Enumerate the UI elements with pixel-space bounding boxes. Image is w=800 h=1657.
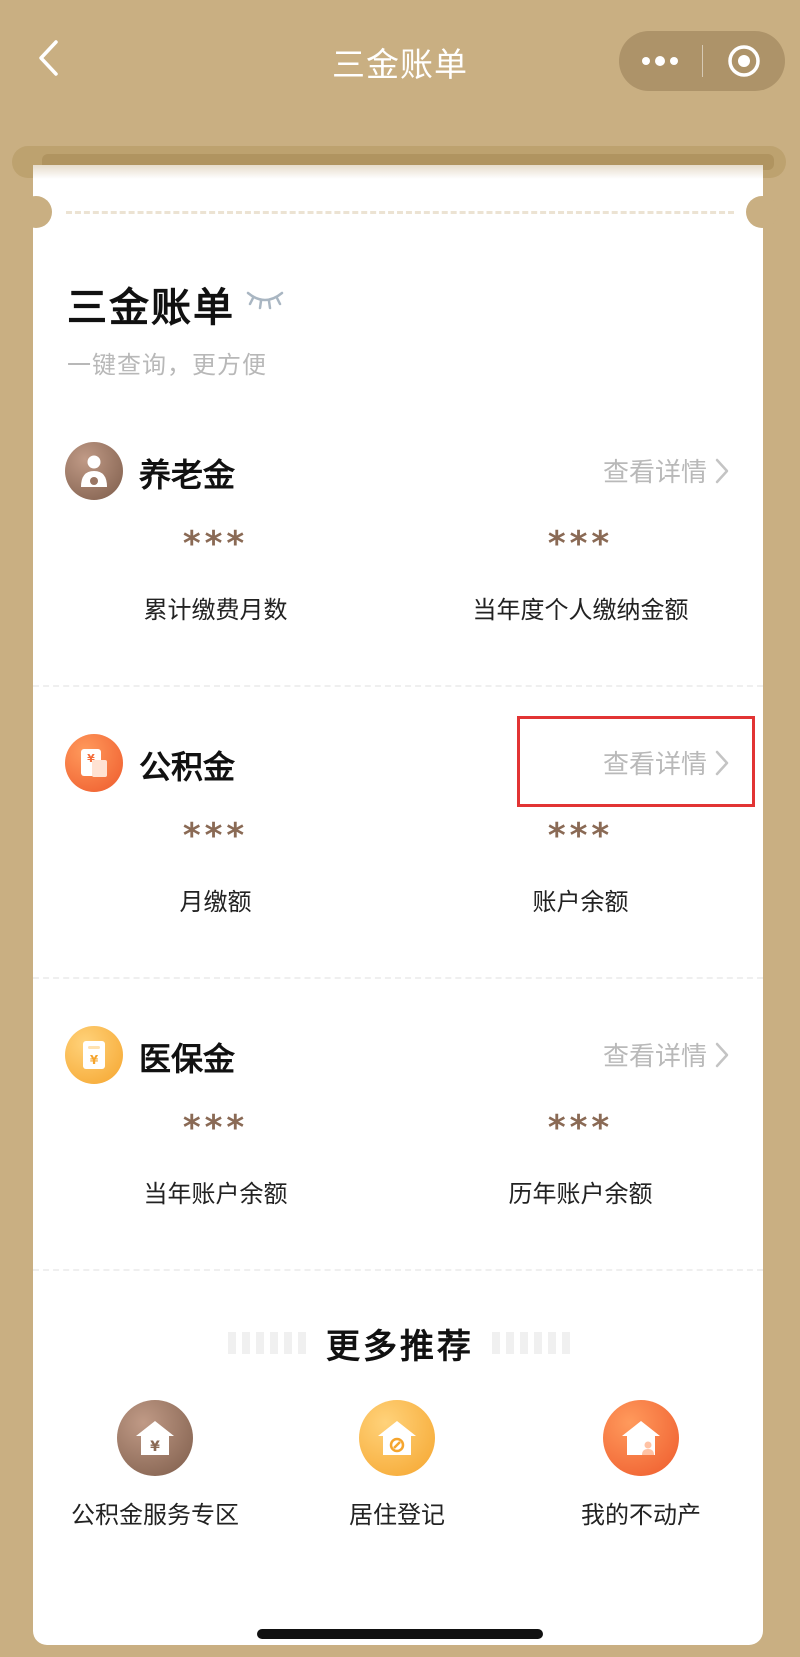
stat-item: *** 当年账户余额	[33, 1026, 398, 1209]
page-title: 三金账单	[67, 285, 235, 331]
rec-label: 公积金服务专区	[71, 1501, 239, 1529]
house-pin-icon	[359, 1400, 435, 1476]
house-yuan-icon: ¥	[117, 1400, 193, 1476]
stat-item: *** 月缴额	[33, 734, 398, 917]
residence-registration-item[interactable]: 居住登记	[272, 1400, 522, 1532]
rec-label: 居住登记	[349, 1501, 445, 1529]
stat-value: ***	[182, 816, 249, 856]
stat-value: ***	[547, 524, 614, 564]
housing-fund-service-item[interactable]: ¥ 公积金服务专区	[30, 1400, 280, 1532]
stat-value: ***	[182, 524, 249, 564]
stat-item: *** 历年账户余额	[398, 1026, 763, 1209]
more-recommend-header: 更多推荐	[0, 1318, 800, 1368]
my-real-estate-item[interactable]: 我的不动产	[516, 1400, 766, 1532]
card-dash-line	[66, 211, 734, 214]
stat-value: ***	[182, 1108, 249, 1148]
mini-program-capsule	[619, 31, 785, 91]
title-decoration-left	[228, 1332, 308, 1354]
card-top-shade	[33, 165, 763, 179]
title-decoration-right	[492, 1332, 572, 1354]
card-notch-right	[746, 196, 778, 228]
more-dots-icon	[642, 56, 679, 66]
section-divider	[33, 685, 763, 687]
medical-insurance-section: ¥ 医保金 查看详情 *** 当年账户余额 *** 历年账户余额	[33, 1026, 763, 1316]
card-notch-left	[20, 196, 52, 228]
stat-label: 累计缴费月数	[143, 596, 288, 624]
pension-section: 养老金 查看详情 *** 累计缴费月数 *** 当年度个人缴纳金额	[33, 442, 763, 732]
more-recommend-title: 更多推荐	[326, 1326, 474, 1367]
stat-label: 当年度个人缴纳金额	[472, 596, 689, 624]
stat-value: ***	[547, 1108, 614, 1148]
home-indicator	[257, 1629, 543, 1639]
section-divider	[33, 977, 763, 979]
stat-label: 当年账户余额	[143, 1180, 288, 1208]
stat-label: 月缴额	[179, 888, 252, 916]
highlight-annotation-box	[517, 716, 755, 807]
stat-label: 历年账户余额	[508, 1180, 653, 1208]
eye-closed-icon[interactable]	[245, 287, 285, 311]
navigation-bar: 三金账单	[0, 0, 800, 120]
rec-label: 我的不动产	[581, 1501, 701, 1529]
house-person-icon	[603, 1400, 679, 1476]
stat-label: 账户余额	[532, 888, 629, 916]
page-subtitle: 一键查询，更方便	[67, 351, 267, 379]
stat-item: *** 累计缴费月数	[33, 442, 398, 625]
stat-value: ***	[547, 816, 614, 856]
close-mini-program-button[interactable]	[703, 31, 786, 91]
svg-text:¥: ¥	[150, 1439, 160, 1455]
target-circle-icon	[728, 45, 760, 77]
more-menu-button[interactable]	[619, 31, 702, 91]
stat-item: *** 当年度个人缴纳金额	[398, 442, 763, 625]
section-divider	[33, 1269, 763, 1271]
